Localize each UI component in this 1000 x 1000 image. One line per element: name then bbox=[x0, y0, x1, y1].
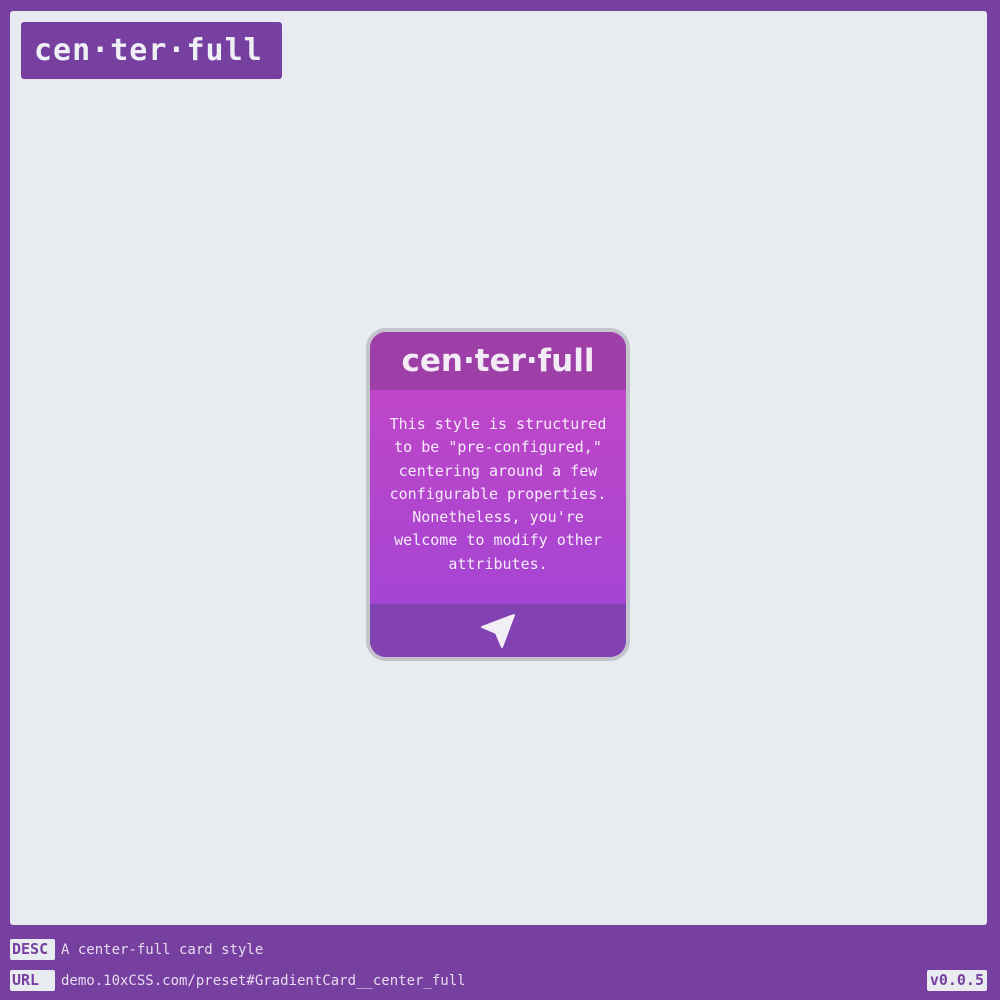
footer-desc-row: DESC A center-full card style bbox=[10, 939, 263, 960]
preview-stage: cen·ter·full cen·ter·full This style is … bbox=[10, 11, 987, 925]
gradient-card: cen·ter·full This style is structured to… bbox=[366, 328, 630, 661]
footer-url-row: URL demo.10xCSS.com/preset#GradientCard_… bbox=[10, 970, 466, 991]
page-title-badge: cen·ter·full bbox=[21, 22, 282, 79]
desc-text: A center-full card style bbox=[61, 941, 264, 958]
url-link[interactable]: demo.10xCSS.com/preset#GradientCard__cen… bbox=[61, 973, 466, 989]
gradient-card-inner: cen·ter·full This style is structured to… bbox=[370, 332, 626, 657]
card-description: This style is structured to be "pre-conf… bbox=[389, 415, 607, 573]
url-tag: URL bbox=[10, 970, 55, 991]
card-title: cen·ter·full bbox=[370, 332, 626, 390]
card-footer[interactable] bbox=[370, 604, 626, 657]
send-arrow-icon[interactable] bbox=[480, 613, 516, 649]
version-badge: v0.0.5 bbox=[926, 970, 987, 991]
desc-tag: DESC bbox=[10, 939, 55, 960]
